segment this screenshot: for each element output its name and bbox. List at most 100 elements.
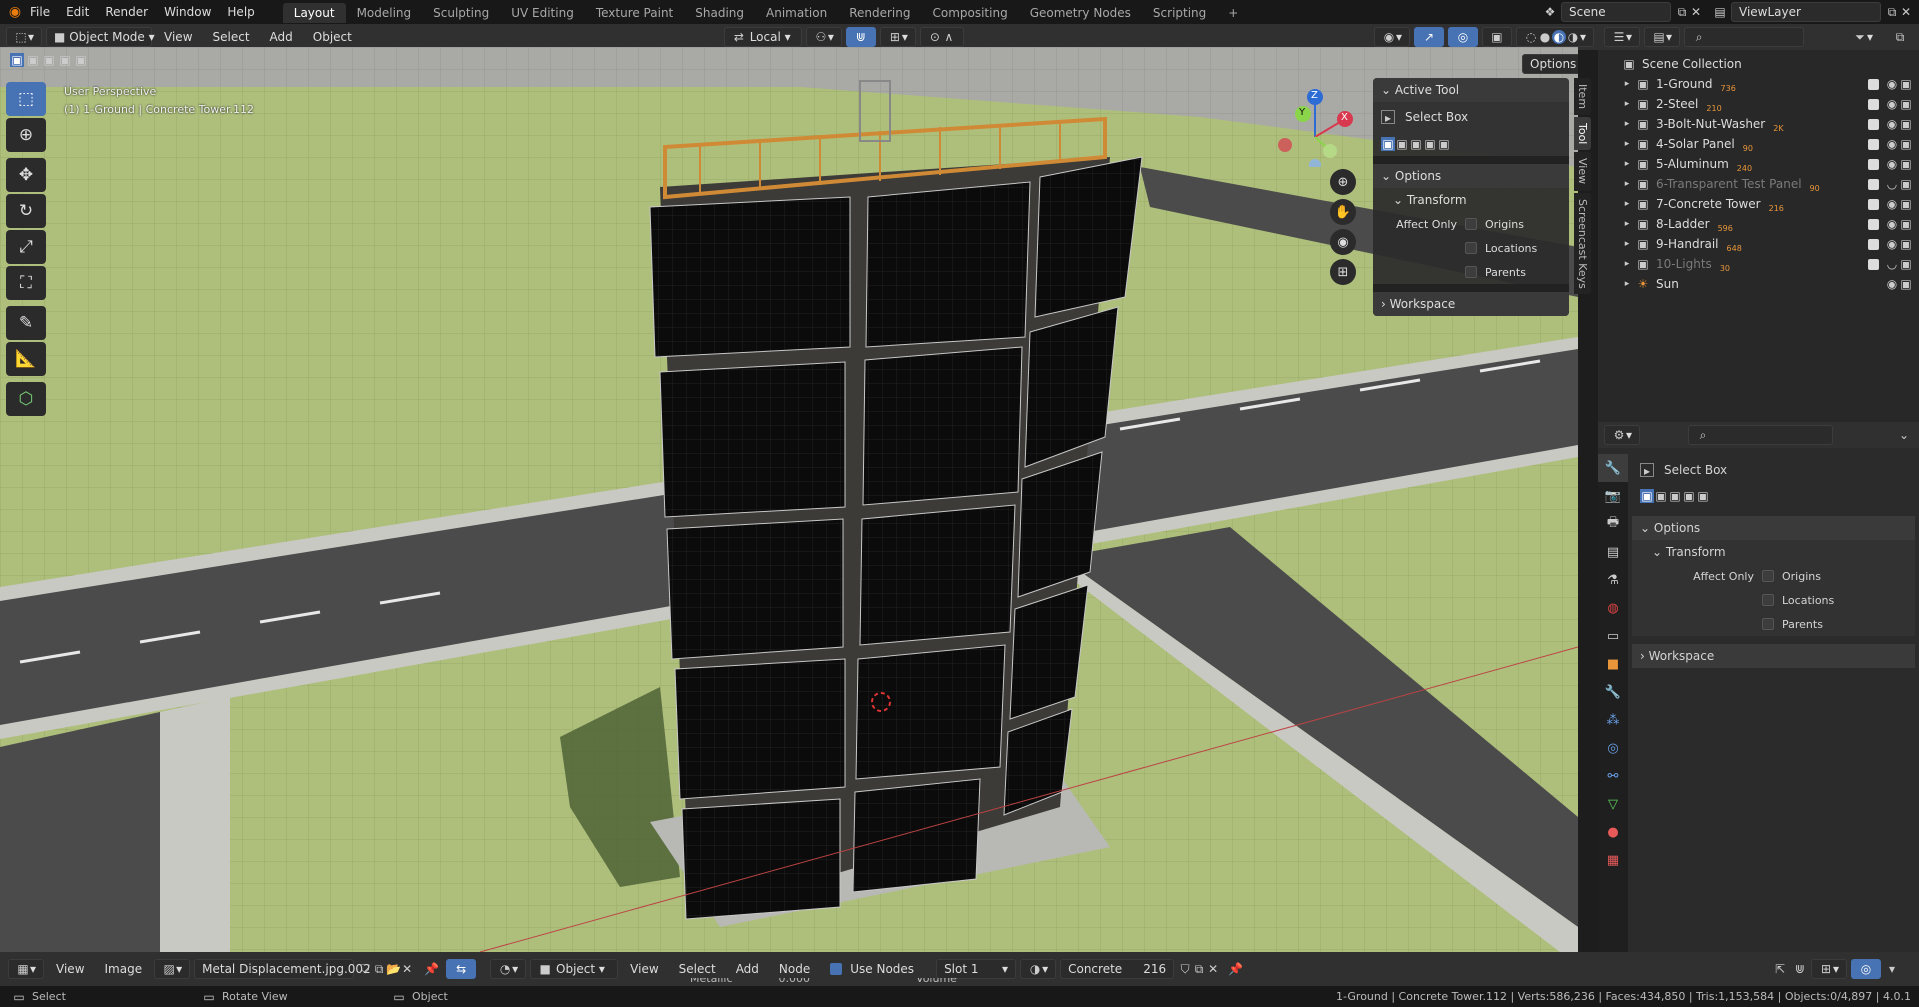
outliner-row[interactable]: ▸ ▣ 9-Handrail 648 ◉ ▣ bbox=[1598, 234, 1919, 254]
expand-arrow-icon[interactable]: ▸ bbox=[1622, 97, 1632, 111]
outliner-row[interactable]: ▸ ▣ 10-Lights 30 ◡ ▣ bbox=[1598, 254, 1919, 274]
workspace-tab-layout[interactable]: Layout bbox=[282, 3, 346, 23]
render-camera-icon[interactable]: ▣ bbox=[1899, 277, 1913, 291]
view-layer-selector[interactable]: ViewLayer bbox=[1731, 2, 1881, 22]
transform-header[interactable]: ⌄ Transform bbox=[1373, 188, 1569, 212]
eye-closed-icon[interactable]: ◡ bbox=[1885, 257, 1899, 271]
select-intersect-icon[interactable]: ▣ bbox=[74, 53, 88, 67]
active-tool-row[interactable]: ▸ Select Box bbox=[1373, 102, 1569, 132]
properties-search[interactable]: ⌕ bbox=[1688, 425, 1834, 445]
select-subtract-icon[interactable]: ▣ bbox=[42, 53, 56, 67]
select-extend-icon[interactable]: ▣ bbox=[26, 53, 40, 67]
exclude-checkbox[interactable] bbox=[1868, 98, 1879, 110]
eye-icon[interactable]: ◉ bbox=[1885, 217, 1899, 231]
add-workspace-button[interactable]: + bbox=[1217, 3, 1249, 23]
expand-arrow-icon[interactable]: ▸ bbox=[1622, 277, 1632, 291]
shader-editor-type[interactable]: ◔ ▾ bbox=[490, 959, 527, 979]
outliner-row[interactable]: ▸ ▣ 5-Aluminum 240 ◉ ▣ bbox=[1598, 154, 1919, 174]
scene-collection-row[interactable]: ▣ Scene Collection bbox=[1598, 54, 1919, 74]
wireframe-shading-icon[interactable]: ◌ bbox=[1524, 30, 1538, 44]
workspace-tab-animation[interactable]: Animation bbox=[755, 3, 838, 23]
props-active-tool-row[interactable]: ▸ Select Box bbox=[1632, 456, 1915, 484]
image-menu-view[interactable]: View bbox=[48, 959, 92, 979]
use-nodes-toggle[interactable]: Use Nodes bbox=[822, 959, 922, 979]
menu-file[interactable]: File bbox=[22, 0, 58, 24]
workspace-tab-rendering[interactable]: Rendering bbox=[838, 3, 921, 23]
proportional-edit-toggle[interactable]: ⊙ ∧ bbox=[919, 27, 964, 47]
collection-properties-icon[interactable]: ▭ bbox=[1598, 622, 1628, 650]
parent-node-tree-icon[interactable]: ⇱ bbox=[1773, 962, 1787, 976]
node-snap-icon[interactable]: ⋓ bbox=[1793, 962, 1807, 976]
expand-arrow-icon[interactable]: ▸ bbox=[1622, 217, 1632, 231]
props-mode-subtract-icon[interactable]: ▣ bbox=[1668, 489, 1682, 503]
material-shading-icon[interactable]: ◐ bbox=[1551, 30, 1566, 44]
transform-orientation-selector[interactable]: ⇄ Local ▾ bbox=[723, 27, 802, 47]
menu-object[interactable]: Object bbox=[305, 27, 360, 47]
select-box-tool-icon[interactable]: ⬚ bbox=[6, 82, 46, 116]
render-camera-icon[interactable]: ▣ bbox=[1899, 257, 1913, 271]
navigation-gizmo[interactable]: Z X Y bbox=[1275, 87, 1355, 171]
outliner-row[interactable]: ▸ ▣ 3-Bolt-Nut-Washer 2K ◉ ▣ bbox=[1598, 114, 1919, 134]
new-image-icon[interactable]: ⧉ bbox=[372, 962, 386, 976]
render-camera-icon[interactable]: ▣ bbox=[1899, 157, 1913, 171]
camera-icon[interactable]: ◉ bbox=[1330, 229, 1356, 255]
eye-closed-icon[interactable]: ◡ bbox=[1885, 177, 1899, 191]
sidebar-tab-item[interactable]: Item bbox=[1574, 78, 1591, 116]
material-browse-button[interactable]: ◑ ▾ bbox=[1020, 959, 1057, 979]
expand-arrow-icon[interactable]: ▸ bbox=[1622, 257, 1632, 271]
cursor-tool-icon[interactable]: ⊕ bbox=[6, 118, 46, 152]
eye-icon[interactable]: ◉ bbox=[1885, 97, 1899, 111]
parents-checkbox[interactable] bbox=[1465, 266, 1477, 278]
material-name-field[interactable]: Concrete 216 bbox=[1060, 959, 1175, 979]
render-camera-icon[interactable]: ▣ bbox=[1899, 217, 1913, 231]
menu-edit[interactable]: Edit bbox=[58, 0, 97, 24]
measure-tool-icon[interactable]: 📐 bbox=[6, 342, 46, 376]
fake-user-icon[interactable]: ⛉ bbox=[358, 962, 372, 976]
exclude-checkbox[interactable] bbox=[1868, 138, 1879, 150]
eye-icon[interactable]: ◉ bbox=[1885, 77, 1899, 91]
mode-selector[interactable]: ■ Object Mode ▾ bbox=[46, 27, 155, 47]
props-origins-checkbox[interactable] bbox=[1762, 570, 1774, 582]
outliner-row[interactable]: ▸ ▣ 1-Ground 736 ◉ ▣ bbox=[1598, 74, 1919, 94]
delete-view-layer-icon[interactable]: ✕ bbox=[1899, 5, 1913, 19]
props-options-header[interactable]: ⌄ Options bbox=[1632, 516, 1915, 540]
node-menu-node[interactable]: Node bbox=[771, 959, 818, 979]
options-button[interactable]: Options bbox=[1522, 54, 1578, 74]
render-camera-icon[interactable]: ▣ bbox=[1899, 197, 1913, 211]
pan-hand-icon[interactable]: ✋ bbox=[1330, 199, 1356, 225]
physics-properties-icon[interactable]: ◎ bbox=[1598, 734, 1628, 762]
menu-view[interactable]: View bbox=[156, 27, 200, 47]
exclude-checkbox[interactable] bbox=[1868, 258, 1879, 270]
use-nodes-checkbox[interactable] bbox=[830, 963, 843, 975]
outliner-row[interactable]: ▸ ▣ 7-Concrete Tower 216 ◉ ▣ bbox=[1598, 194, 1919, 214]
eye-icon[interactable]: ◉ bbox=[1885, 157, 1899, 171]
sync-selection-toggle[interactable]: ⇆ bbox=[446, 959, 477, 979]
blender-logo-icon[interactable]: ◉ bbox=[8, 5, 22, 19]
outliner-search[interactable]: ⌕ bbox=[1684, 27, 1805, 47]
output-properties-icon[interactable]: 🖶 bbox=[1598, 510, 1628, 538]
render-camera-icon[interactable]: ▣ bbox=[1899, 137, 1913, 151]
texture-properties-icon[interactable]: ▦ bbox=[1598, 846, 1628, 874]
props-mode-set-icon[interactable]: ▣ bbox=[1640, 489, 1654, 503]
properties-editor-type[interactable]: ⚙ ▾ bbox=[1604, 425, 1641, 445]
select-invert-icon[interactable]: ▣ bbox=[58, 53, 72, 67]
workspace-tab-modeling[interactable]: Modeling bbox=[346, 3, 423, 23]
workspace-tab-texture-paint[interactable]: Texture Paint bbox=[585, 3, 684, 23]
menu-window[interactable]: Window bbox=[156, 0, 219, 24]
workspace-tab-shading[interactable]: Shading bbox=[684, 3, 755, 23]
pin-material-icon[interactable]: 📌 bbox=[1228, 962, 1243, 976]
mode-set-icon[interactable]: ▣ bbox=[1381, 137, 1395, 151]
render-properties-icon[interactable]: 📷 bbox=[1598, 482, 1628, 510]
exclude-checkbox[interactable] bbox=[1868, 198, 1879, 210]
visibility-selector[interactable]: ◉ ▾ bbox=[1373, 27, 1410, 47]
view-layer-properties-icon[interactable]: ▤ bbox=[1598, 538, 1628, 566]
props-locations-checkbox[interactable] bbox=[1762, 594, 1774, 606]
solid-shading-icon[interactable]: ● bbox=[1538, 30, 1552, 44]
eye-icon[interactable]: ◉ bbox=[1885, 117, 1899, 131]
3d-viewport[interactable]: User Perspective (1) 1-Ground | Concrete… bbox=[0, 47, 1578, 952]
expand-arrow-icon[interactable]: ▸ bbox=[1622, 137, 1632, 151]
snap-toggle[interactable]: ⋓ bbox=[845, 27, 876, 47]
props-mode-intersect-icon[interactable]: ▣ bbox=[1696, 489, 1710, 503]
node-menu-select[interactable]: Select bbox=[671, 959, 724, 979]
unlink-material-icon[interactable]: ✕ bbox=[1206, 962, 1220, 976]
